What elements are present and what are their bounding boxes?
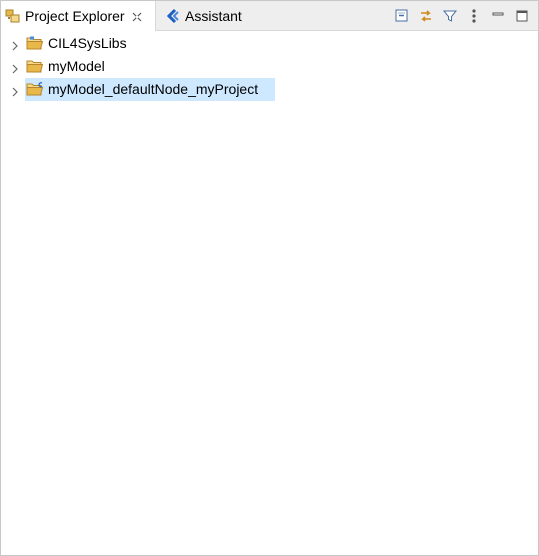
tab-label: Assistant — [185, 7, 242, 24]
tree-item-label: myModel — [48, 58, 105, 74]
collapse-all-icon[interactable] — [394, 8, 410, 24]
tab-bar: Project Explorer Assistant — [1, 1, 538, 31]
tree-item-mymodel[interactable]: myModel — [1, 55, 538, 78]
close-icon[interactable] — [131, 10, 143, 22]
tree-item-label: CIL4SysLibs — [48, 35, 127, 51]
view-toolbar — [394, 1, 530, 30]
assistant-icon — [165, 8, 181, 24]
tree-item-label: myModel_defaultNode_myProject — [48, 81, 259, 97]
maximize-icon[interactable] — [514, 8, 530, 24]
tree-item-mymodel-defaultnode-myproject[interactable]: myModel_defaultNode_myProject — [1, 78, 538, 101]
project-explorer-view: Project Explorer Assistant CIL4SysLibs m… — [0, 0, 539, 556]
project-explorer-icon — [5, 8, 21, 24]
view-menu-icon[interactable] — [466, 8, 482, 24]
project-tree: CIL4SysLibs myModel myModel_defaultNode_… — [1, 32, 538, 101]
chevron-right-icon[interactable] — [10, 61, 20, 74]
tab-project-explorer[interactable]: Project Explorer — [1, 1, 156, 31]
tab-label: Project Explorer — [25, 8, 125, 24]
chevron-right-icon[interactable] — [10, 38, 20, 51]
filter-icon[interactable] — [442, 8, 458, 24]
tab-assistant[interactable]: Assistant — [161, 1, 261, 30]
link-with-editor-icon[interactable] — [418, 8, 434, 24]
project-folder-c-icon — [26, 82, 44, 97]
tree-item-cil4syslibs[interactable]: CIL4SysLibs — [1, 32, 538, 55]
folder-icon — [26, 59, 44, 74]
project-folder-icon — [26, 36, 44, 51]
minimize-icon[interactable] — [490, 8, 506, 24]
chevron-right-icon[interactable] — [10, 84, 20, 97]
